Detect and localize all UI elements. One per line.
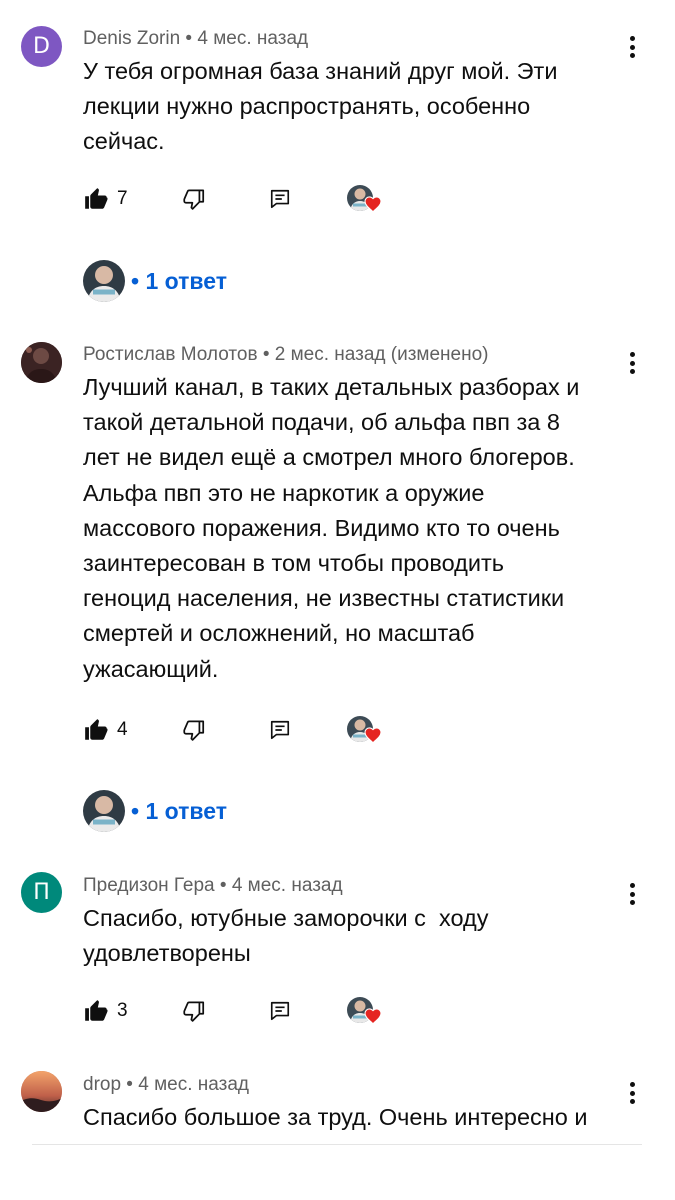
reply-icon — [270, 1001, 290, 1021]
more-vert-icon[interactable] — [622, 880, 642, 908]
replies-count: • 1 ответ — [131, 267, 227, 294]
view-replies-button[interactable]: • 1 ответ — [83, 260, 227, 302]
comment-meta: drop • 4 мес. назад — [83, 1074, 249, 1095]
thumb-down-icon — [183, 1001, 205, 1022]
more-vert-icon[interactable] — [622, 1079, 642, 1107]
divider — [32, 1144, 642, 1145]
like-count: 7 — [117, 188, 128, 209]
comment-text: У тебя огромная база знаний друг мой. Эт… — [83, 58, 558, 155]
creator-heart — [347, 715, 385, 745]
replies-count: • 1 ответ — [131, 797, 227, 824]
like-button[interactable]: 4 — [83, 715, 128, 745]
comment-actions: 4 — [83, 715, 403, 745]
dislike-button[interactable] — [181, 715, 207, 745]
like-count: 4 — [117, 719, 128, 740]
heart-icon — [364, 1008, 382, 1024]
heart-icon — [364, 196, 382, 212]
dislike-button[interactable] — [181, 996, 207, 1026]
avatar-letter: П — [33, 880, 50, 905]
thumb-down-icon — [183, 189, 205, 210]
reply-author-avatar — [83, 790, 125, 832]
comment-text: Лучший канал, в таких детальных разборах… — [83, 374, 580, 682]
reply-button[interactable] — [269, 996, 291, 1026]
creator-heart — [347, 996, 385, 1026]
heart-icon — [364, 727, 382, 743]
comment-meta: Предизон Гера • 4 мес. назад — [83, 875, 343, 896]
comment-meta: Denis Zorin • 4 мес. назад — [83, 28, 309, 49]
reply-icon — [270, 189, 290, 209]
reply-icon — [270, 720, 290, 740]
like-button[interactable]: 7 — [83, 184, 128, 214]
thumb-down-icon — [183, 720, 205, 741]
thumb-up-icon — [85, 719, 108, 740]
creator-heart — [347, 184, 385, 214]
like-count: 3 — [117, 1000, 128, 1021]
view-replies-button[interactable]: • 1 ответ — [83, 790, 227, 832]
comment-meta: Ростислав Молотов • 2 мес. назад (измене… — [83, 344, 489, 365]
reply-button[interactable] — [269, 184, 291, 214]
more-vert-icon[interactable] — [622, 349, 642, 377]
avatar-letter: D — [33, 34, 50, 59]
comment-actions: 7 — [83, 184, 403, 214]
thumb-up-icon — [85, 1000, 108, 1021]
more-vert-icon[interactable] — [622, 33, 642, 61]
comment-text: Спасибо, ютубные заморочки с ходу удовле… — [83, 905, 489, 967]
thumb-up-icon — [85, 188, 108, 209]
avatar[interactable]: D — [21, 26, 62, 67]
avatar-image — [21, 342, 62, 383]
comment-actions: 3 — [83, 996, 403, 1026]
reply-author-avatar — [83, 260, 125, 302]
avatar[interactable] — [21, 1071, 62, 1112]
dislike-button[interactable] — [181, 184, 207, 214]
like-button[interactable]: 3 — [83, 996, 128, 1026]
avatar-image — [21, 1071, 62, 1112]
reply-button[interactable] — [269, 715, 291, 745]
comment-text: Спасибо большое за труд. Очень интересно… — [83, 1104, 588, 1130]
avatar[interactable]: П — [21, 872, 62, 913]
avatar[interactable] — [21, 342, 62, 383]
